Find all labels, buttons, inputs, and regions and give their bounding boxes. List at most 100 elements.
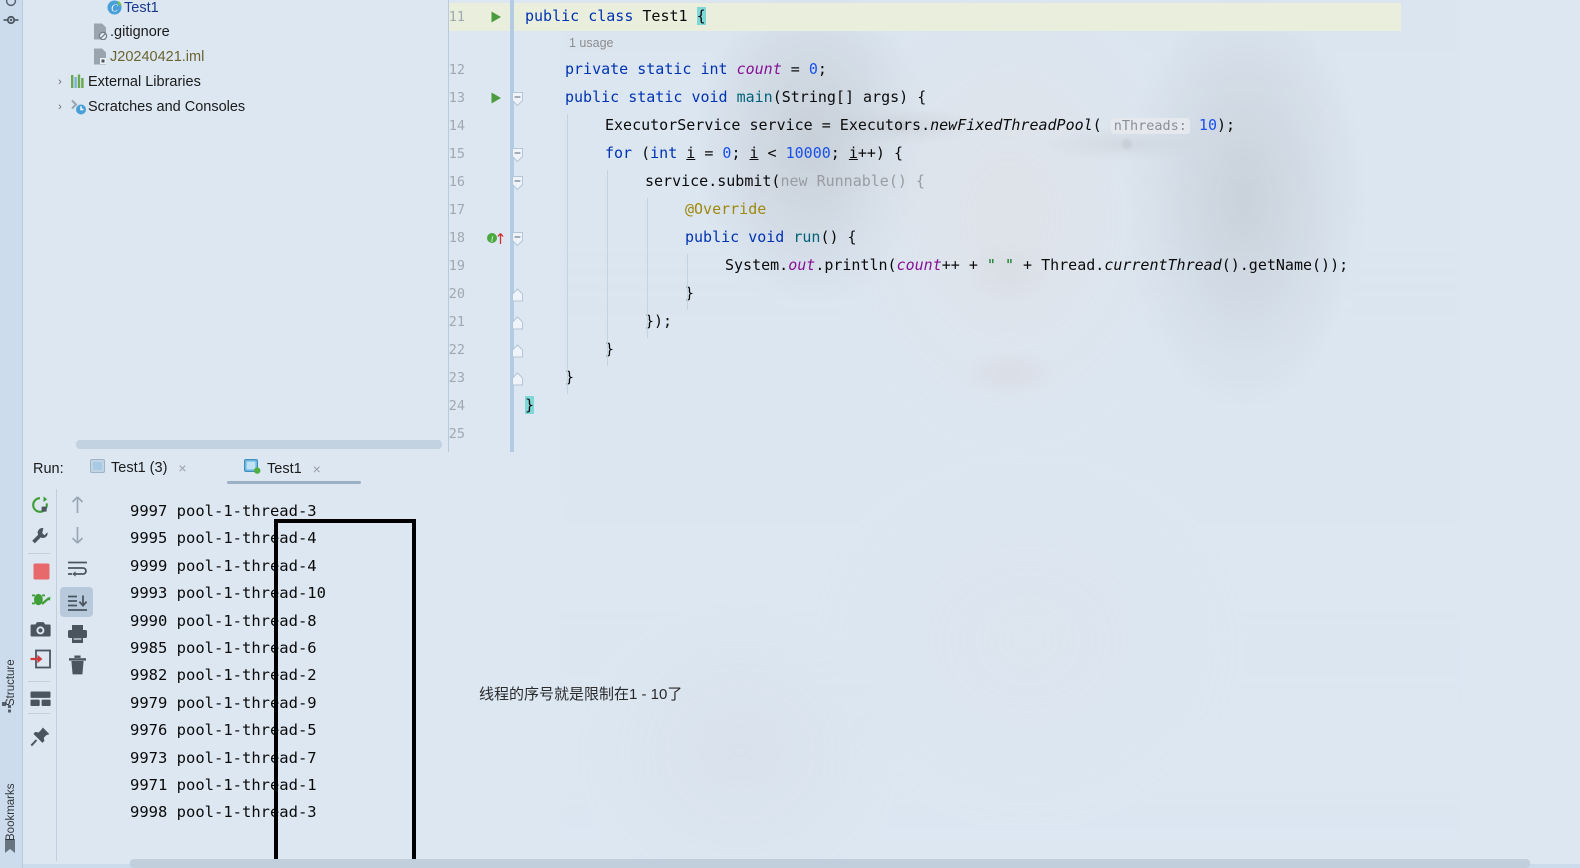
down-arrow-icon[interactable] <box>66 524 88 546</box>
scroll-to-end-icon[interactable] <box>66 592 88 614</box>
run-gutter-icon[interactable] <box>489 91 503 105</box>
line-number: 19 <box>449 258 465 274</box>
tree-node-scratches[interactable]: › Scratches and Consoles <box>52 94 245 119</box>
trash-icon[interactable] <box>66 654 88 676</box>
svg-text:I: I <box>490 234 494 243</box>
debug-attach-icon[interactable] <box>29 588 51 610</box>
implementing-method-icon[interactable]: I <box>486 231 504 245</box>
bookmark-icon <box>3 838 17 859</box>
fold-end-icon[interactable] <box>511 316 524 335</box>
run-tabs-bar: Run: Test1 (3) × Test1 × <box>22 452 1580 485</box>
scratches-icon <box>68 99 88 115</box>
chevron-right-icon[interactable]: › <box>52 76 68 88</box>
code-line[interactable]: public static void main(String[] args) { <box>525 88 1580 116</box>
pull-requests-icon[interactable] <box>3 12 19 33</box>
console-horizontal-scrollbar[interactable] <box>130 859 1530 868</box>
line-number: 16 <box>449 174 465 190</box>
fold-collapse-icon[interactable] <box>511 148 524 168</box>
tree-node-label: Scratches and Consoles <box>88 98 246 115</box>
export-icon[interactable] <box>29 648 51 670</box>
tab-test1[interactable]: Test1 × <box>244 459 321 479</box>
fold-end-icon[interactable] <box>511 372 524 391</box>
soft-wrap-icon[interactable] <box>66 557 88 579</box>
code-line[interactable]: service.submit(new Runnable() { <box>525 172 1580 200</box>
tree-node-iml[interactable]: J20240421.iml <box>90 44 204 69</box>
run-tool-window: Run: Test1 (3) × Test1 × 9997 pool-1-thr… <box>22 452 1580 868</box>
fold-column[interactable] <box>511 0 525 452</box>
tab-test1-3[interactable]: Test1 (3) × <box>90 459 187 477</box>
tab-title: Test1 (3) <box>111 460 168 476</box>
fold-collapse-icon[interactable] <box>511 92 524 112</box>
sidebar-item-structure[interactable]: Structure <box>5 646 17 706</box>
code-line[interactable]: } <box>525 284 1580 312</box>
run-gutter-icon[interactable] <box>489 10 503 24</box>
modify-run-configuration-icon[interactable] <box>29 525 51 547</box>
tree-node-external-libraries[interactable]: › External Libraries <box>52 69 201 94</box>
code-line[interactable]: ExecutorService service = Executors.newF… <box>525 116 1580 144</box>
code-editor[interactable]: 11 12 13 14 15 16 17 18 I 19 20 21 22 23 24 25 public c… <box>449 0 1580 452</box>
console-tab-running-icon <box>244 459 261 479</box>
project-tool-window: C Test1 .gitignore J20240421.iml › Exter… <box>22 0 449 452</box>
java-class-icon: C <box>104 0 124 16</box>
console-line: 9997 pool-1-thread-3 <box>130 502 317 520</box>
line-number: 23 <box>449 370 465 386</box>
close-icon[interactable]: × <box>313 461 321 477</box>
screenshot-icon[interactable] <box>29 618 51 640</box>
toolbar-divider <box>28 553 50 554</box>
indent-guide <box>687 254 688 310</box>
code-line[interactable]: } <box>525 340 1580 368</box>
fold-end-icon[interactable] <box>511 288 524 307</box>
tree-node-gitignore[interactable]: .gitignore <box>90 19 170 44</box>
console-tab-icon <box>90 459 105 477</box>
close-icon[interactable]: × <box>178 460 186 476</box>
fold-collapse-icon[interactable] <box>511 176 524 196</box>
rerun-icon[interactable] <box>29 494 51 516</box>
sidebar-item-bookmarks[interactable]: Bookmarks <box>5 781 17 841</box>
code-line[interactable]: @Override <box>525 200 1580 228</box>
project-horizontal-scrollbar[interactable] <box>76 440 442 449</box>
tree-node-label: External Libraries <box>88 73 201 90</box>
line-number: 15 <box>449 146 465 162</box>
code-line[interactable]: } <box>525 396 1580 424</box>
tab-title: Test1 <box>267 461 302 477</box>
iml-file-icon <box>90 48 110 65</box>
line-number: 21 <box>449 314 465 330</box>
line-number: 25 <box>449 426 465 442</box>
fold-collapse-icon[interactable] <box>511 232 524 252</box>
run-toolbar <box>22 485 94 868</box>
line-number: 13 <box>449 90 465 106</box>
code-line[interactable]: for (int i = 0; i < 10000; i++) { <box>525 144 1580 172</box>
left-tool-strip: Structure Bookmarks <box>0 0 23 868</box>
tree-node-label: Test1 <box>124 0 159 16</box>
chevron-right-icon[interactable]: › <box>52 101 68 113</box>
code-line[interactable]: public void run() { <box>525 228 1580 256</box>
code-text-area[interactable]: public class Test1 {1 usage private stati… <box>525 0 1580 452</box>
code-line[interactable]: } <box>525 368 1580 396</box>
annotation-highlight-box <box>274 519 416 867</box>
run-panel-label: Run: <box>33 461 64 477</box>
fold-end-icon[interactable] <box>511 344 524 363</box>
ide-window: Structure Bookmarks C Test1 .gitignore J… <box>0 0 1580 868</box>
usage-inlay-hint[interactable]: 1 usage <box>569 36 613 50</box>
print-icon[interactable] <box>66 623 88 645</box>
line-number: 17 <box>449 202 465 218</box>
line-number: 11 <box>449 9 465 25</box>
indent-guide <box>567 114 568 394</box>
toolbar-divider <box>28 713 50 714</box>
console-output[interactable]: 9997 pool-1-thread-3 9995 pool-1-thread-4… <box>94 485 1580 868</box>
up-arrow-icon[interactable] <box>66 494 88 516</box>
stop-icon[interactable] <box>30 560 52 582</box>
tree-node-label: .gitignore <box>110 23 170 40</box>
code-line[interactable]: private static int count = 0; <box>525 60 1580 88</box>
library-icon <box>68 74 88 89</box>
line-number: 12 <box>449 62 465 78</box>
code-line[interactable] <box>525 424 1580 452</box>
code-line[interactable]: public class Test1 { <box>525 7 1580 35</box>
pin-icon[interactable] <box>29 725 51 747</box>
editor-gutter[interactable]: 11 12 13 14 15 16 17 18 I 19 20 21 22 23 24 25 <box>449 0 511 452</box>
tree-node-test1[interactable]: C Test1 <box>104 0 159 20</box>
code-line[interactable]: System.out.println(count++ + " " + Threa… <box>525 256 1580 284</box>
line-number: 20 <box>449 286 465 302</box>
code-line[interactable]: }); <box>525 312 1580 340</box>
layout-icon[interactable] <box>29 688 51 710</box>
